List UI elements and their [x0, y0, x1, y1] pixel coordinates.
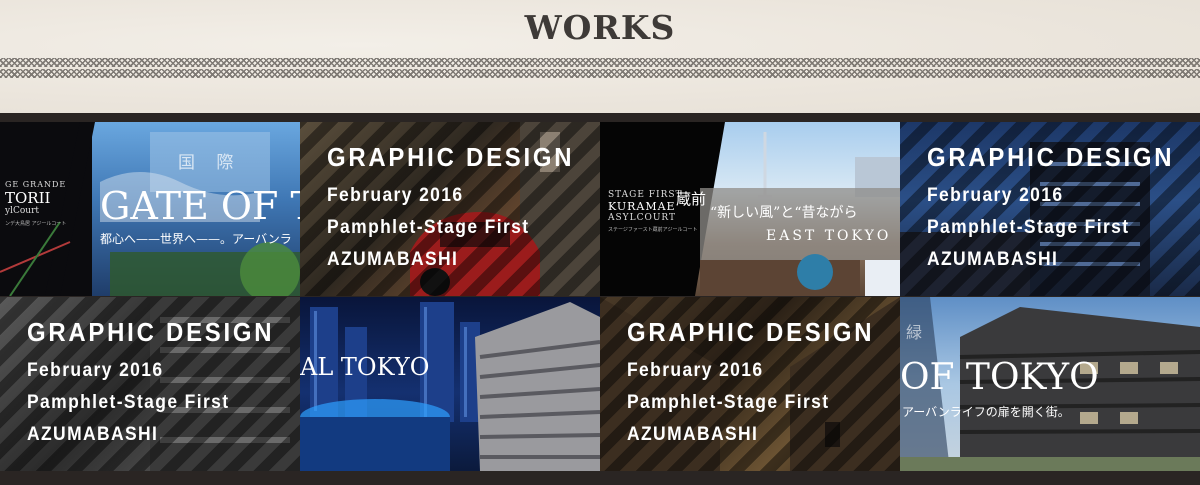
logo-line: KURAMAE: [608, 200, 676, 213]
work-date: February 2016: [27, 360, 164, 381]
logo-line: GE GRANDE: [5, 180, 67, 189]
work-tile-1[interactable]: GRAPHIC DESIGN February 2016 Pamphlet-St…: [300, 122, 600, 296]
work-date: February 2016: [927, 185, 1064, 206]
thumbnail-subline: アーバンライフの扉を開く街。: [902, 405, 1070, 419]
work-tile-of-tokyo[interactable]: 緑 OF TOKYO アーバンライフの扉を開く街。: [900, 297, 1200, 471]
work-category: GRAPHIC DESIGN: [327, 142, 575, 172]
work-tile-stage-first-kuramae[interactable]: STAGE FIRST KURAMAE ASYLCOURT 蔵前 ステージファー…: [600, 122, 900, 296]
work-category: GRAPHIC DESIGN: [627, 317, 875, 347]
work-category: GRAPHIC DESIGN: [27, 317, 275, 347]
work-place: AZUMABASHI: [27, 424, 159, 445]
work-place: AZUMABASHI: [627, 424, 759, 445]
building-sign: 国 際: [178, 153, 242, 173]
logo-kanji: 蔵前: [676, 190, 707, 208]
work-tile-3[interactable]: GRAPHIC DESIGN February 2016 Pamphlet-St…: [0, 297, 300, 471]
work-tile-gate-of-torii[interactable]: GE GRANDE TORII ylCourt ンデ大鳥居 アジールコート 国 …: [0, 122, 300, 296]
thumbnail-place: EAST TOKYO: [766, 228, 892, 244]
logo-line: ASYLCOURT: [608, 213, 677, 223]
work-title: Pamphlet-Stage First: [327, 217, 530, 238]
work-tile-4[interactable]: GRAPHIC DESIGN February 2016 Pamphlet-St…: [600, 297, 900, 471]
work-caption: GRAPHIC DESIGN February 2016 Pamphlet-St…: [27, 315, 296, 451]
work-date: February 2016: [627, 360, 764, 381]
work-caption: GRAPHIC DESIGN February 2016 Pamphlet-St…: [627, 315, 896, 451]
logo-line: ステージファースト蔵前アジールコート: [608, 227, 698, 233]
thumbnail-subline: 都心へ——世界へ——。アーバンラ: [100, 232, 292, 246]
work-caption: GRAPHIC DESIGN February 2016 Pamphlet-St…: [927, 140, 1196, 276]
logo-line: STAGE FIRST: [608, 190, 683, 200]
logo-line: ylCourt: [5, 206, 39, 216]
logo-line: TORII: [5, 189, 51, 207]
thumbnail-artwork: [300, 302, 600, 471]
work-tile-night-tokyo[interactable]: AL TOKYO: [300, 297, 600, 471]
decorative-rule: [0, 58, 1200, 78]
thumbnail-headline: OF TOKYO: [900, 357, 1099, 398]
thumbnail-headline: GATE OF T: [100, 184, 300, 228]
work-caption: GRAPHIC DESIGN February 2016 Pamphlet-St…: [327, 140, 596, 276]
page-title: WORKS: [524, 8, 676, 47]
work-place: AZUMABASHI: [927, 249, 1059, 270]
thumbnail-headline: AL TOKYO: [300, 353, 430, 381]
logo-line: ンデ大鳥居 アジールコート: [5, 221, 67, 227]
work-title: Pamphlet-Stage First: [627, 392, 830, 413]
work-title: Pamphlet-Stage First: [927, 217, 1130, 238]
work-title: Pamphlet-Stage First: [27, 392, 230, 413]
work-place: AZUMABASHI: [327, 249, 459, 270]
building-sign: 緑: [906, 323, 923, 342]
work-date: February 2016: [327, 185, 464, 206]
work-tile-2[interactable]: GRAPHIC DESIGN February 2016 Pamphlet-St…: [900, 122, 1200, 296]
thumbnail-tagline: “新しい風”と“昔ながら: [710, 205, 858, 221]
work-category: GRAPHIC DESIGN: [927, 142, 1175, 172]
